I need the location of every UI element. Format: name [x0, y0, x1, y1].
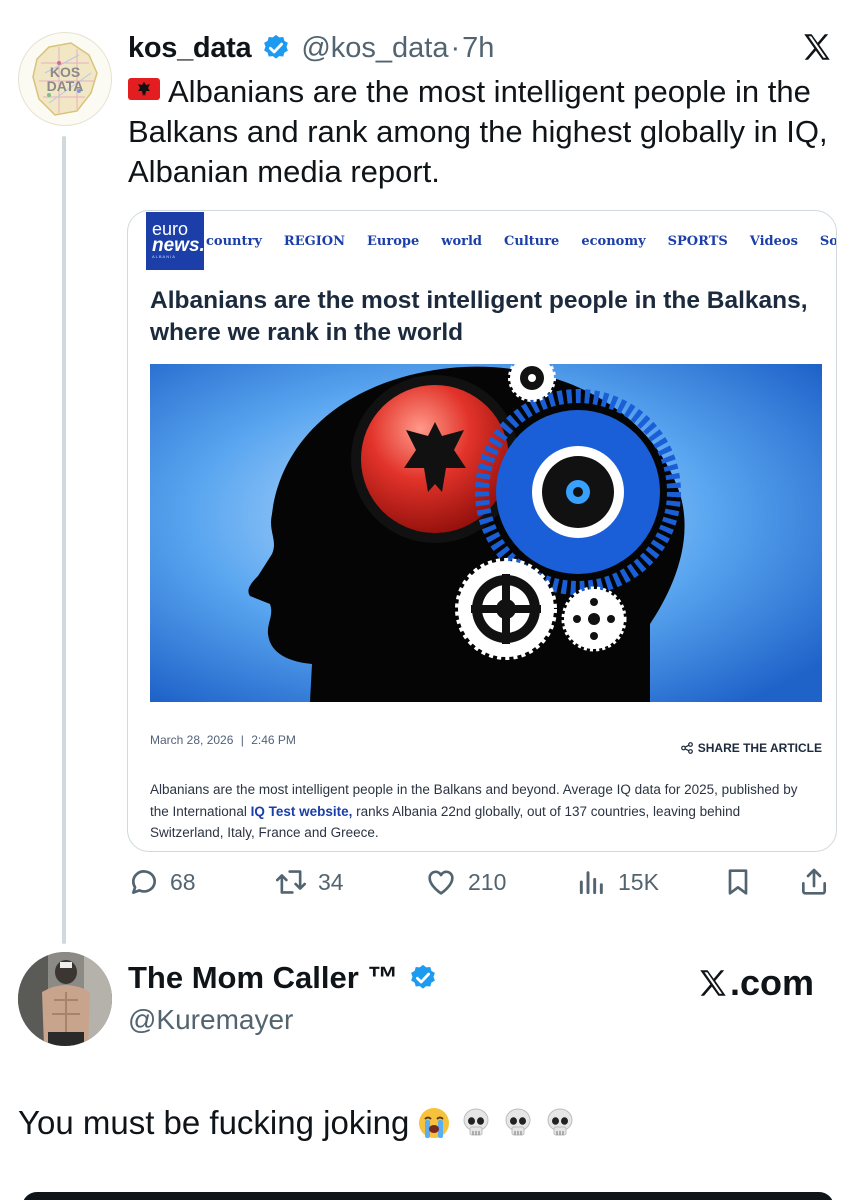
- nav-item-world: world: [441, 233, 483, 249]
- article-time-text: 2:46 PM: [251, 733, 296, 747]
- reply-count: 68: [170, 868, 196, 895]
- share-nodes-icon: [680, 742, 693, 754]
- article-date: March 28, 2026 | 2:46 PM: [150, 733, 296, 747]
- share-article-link: SHARE THE ARTICLE: [680, 741, 822, 755]
- nav-item-region: REGION: [283, 233, 346, 249]
- article-title: Albanians are the most intelligent peopl…: [150, 287, 808, 346]
- nav-item-videos: Videos: [749, 233, 798, 249]
- reply-button[interactable]: 68: [128, 866, 196, 898]
- avatar-text-data: DATA: [47, 78, 84, 94]
- repost-button[interactable]: 34: [274, 866, 344, 898]
- share-icon: [802, 868, 826, 895]
- logo-line3: ALBANIA: [152, 254, 176, 259]
- tweet-time[interactable]: 7h: [462, 32, 494, 65]
- excerpt-link: IQ Test website,: [250, 803, 353, 819]
- reply-text-body: You must be fucking joking: [18, 1104, 410, 1141]
- article-date-text: March 28, 2026: [150, 733, 234, 747]
- bottom-dark-bar: [22, 1192, 834, 1200]
- time-separator: ·: [450, 31, 461, 64]
- reply-icon: [132, 870, 156, 894]
- repost-icon: [275, 870, 307, 894]
- views-button[interactable]: 15K: [576, 866, 659, 898]
- share-button[interactable]: [798, 866, 830, 898]
- euronews-logo: euro news. ALBANIA: [146, 212, 205, 270]
- reply-author-name[interactable]: The Mom Caller ™: [128, 960, 438, 996]
- tweet-header: kos_data @kos_data · 7h: [128, 28, 494, 68]
- loudly-crying-face-emoji: [419, 1108, 450, 1138]
- author-handle[interactable]: @kos_data: [301, 32, 448, 65]
- x-logo-icon: [700, 970, 726, 996]
- verified-badge-icon: [264, 34, 289, 59]
- nav-item-sports: SPORTS: [667, 233, 728, 249]
- like-button[interactable]: 210: [424, 866, 506, 898]
- verified-badge-icon: [411, 964, 436, 989]
- share-article-label: SHARE THE ARTICLE: [697, 741, 822, 755]
- skull-emoji: [505, 1108, 531, 1136]
- kos-data-avatar[interactable]: KOS DATA: [18, 32, 112, 126]
- nav-item-country: country: [206, 233, 262, 249]
- article-date-sep: |: [240, 733, 244, 747]
- views-count: 15K: [618, 868, 659, 895]
- article-hero-image: [150, 364, 822, 702]
- euronews-navbar: euro news. ALBANIA country REGION Europe…: [146, 211, 836, 271]
- x-com-watermark-text: .com: [730, 962, 815, 1003]
- reply-author-handle[interactable]: @Kuremayer: [128, 1004, 293, 1036]
- skull-emoji: [463, 1108, 489, 1136]
- article-excerpt: Albanians are the most intelligent peopl…: [150, 779, 810, 844]
- nav-item-economy: economy: [581, 233, 646, 249]
- link-preview-card[interactable]: euro news. ALBANIA country REGION Europe…: [127, 210, 837, 852]
- like-count: 210: [468, 868, 507, 895]
- nav-item-culture: Culture: [504, 233, 560, 249]
- repost-count: 34: [318, 868, 344, 895]
- x-com-watermark: .com: [696, 962, 814, 1004]
- nav-item-europe: Europe: [367, 233, 420, 249]
- skull-emoji: [547, 1108, 573, 1136]
- mom-caller-avatar[interactable]: [18, 952, 112, 1046]
- tweet-action-bar: 68 34 210 15K: [128, 866, 844, 906]
- reply-text: You must be fucking joking: [18, 1104, 577, 1142]
- logo-line2: news.: [152, 235, 205, 256]
- tweet-body: Albanians are the most intelligent peopl…: [128, 74, 828, 189]
- bookmark-icon: [728, 869, 748, 895]
- reply-author-name-text: The Mom Caller ™: [128, 960, 399, 995]
- bookmark-button[interactable]: [722, 866, 754, 898]
- albania-flag-icon: [128, 78, 160, 100]
- x-logo-icon: [804, 34, 830, 60]
- like-icon: [428, 870, 454, 895]
- thread-connector-line: [62, 136, 66, 944]
- views-icon: [579, 871, 603, 895]
- author-name[interactable]: kos_data: [128, 32, 252, 65]
- nav-item-software: Softwa: [819, 233, 836, 249]
- tweet-text: Albanians are the most intelligent peopl…: [128, 72, 844, 192]
